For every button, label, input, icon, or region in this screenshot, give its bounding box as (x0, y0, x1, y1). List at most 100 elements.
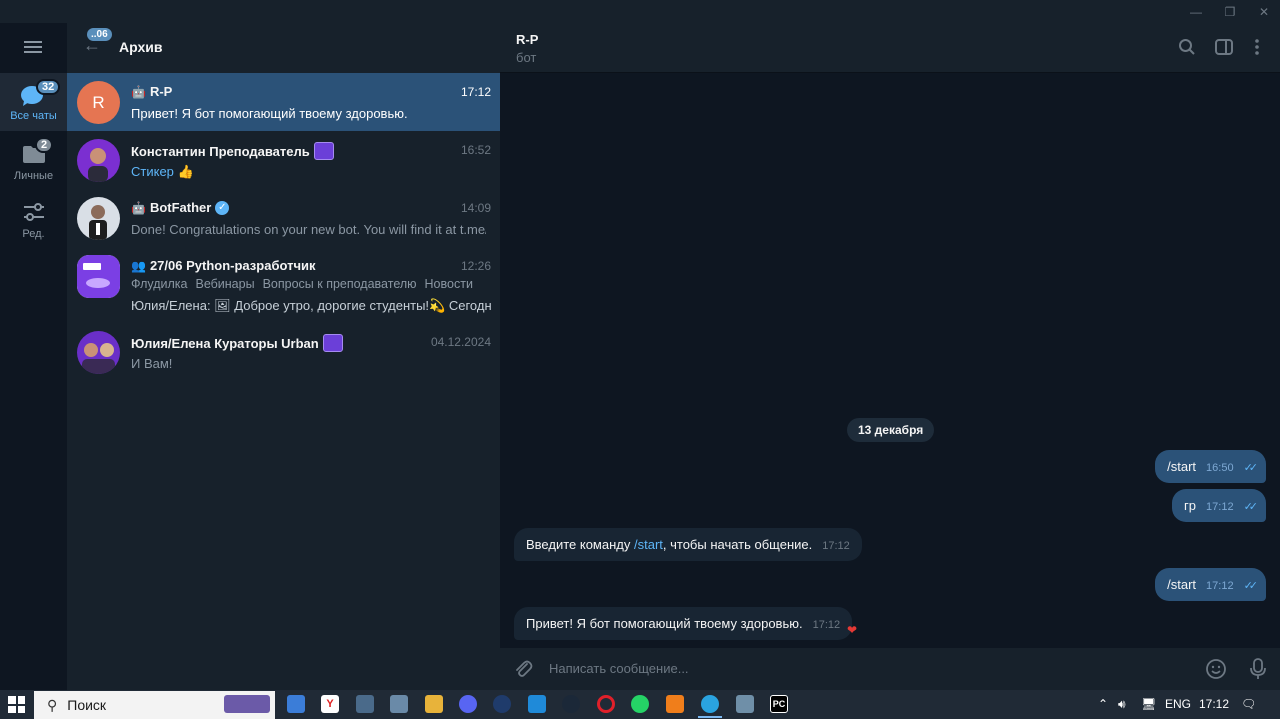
message-incoming[interactable]: Введите команду /start, чтобы начать общ… (514, 528, 862, 561)
chat-item-curators[interactable]: Юлия/Елена Кураторы Urban 04.12.2024 И В… (67, 323, 500, 381)
folder-personal[interactable]: 2 Личные (0, 131, 67, 189)
sticker-label: Стикер (131, 164, 174, 179)
steam-icon[interactable] (562, 695, 580, 713)
chat-name: Константин Преподаватель (131, 142, 334, 160)
voice-button[interactable] (1247, 658, 1269, 680)
emoji-button[interactable] (1205, 658, 1227, 680)
unread-badge: 32 (36, 79, 61, 95)
chat-item-python-group[interactable]: 👥 27/06 Python-разработчик 12:26 Флудилка… (67, 247, 500, 321)
mail-icon[interactable] (528, 695, 546, 713)
chat-subtitle: бот (516, 50, 537, 65)
command-link[interactable]: /start (634, 537, 663, 552)
chat-item-konstantin[interactable]: Константин Преподаватель 16:52 Стикер 👍 (67, 131, 500, 189)
control-panel-icon[interactable] (356, 695, 374, 713)
message-text-part: , чтобы начать общение. (662, 537, 813, 552)
network-icon[interactable]: 🖥︎ (1141, 697, 1156, 711)
chat-name-text: BotFather (149, 200, 212, 215)
message-composer: Написать сообщение... (500, 648, 1280, 690)
message-text-part: Введите команду (526, 537, 634, 552)
file-explorer-icon[interactable] (425, 695, 443, 713)
chat-item-botfather[interactable]: 🤖 BotFather ✓ 14:09 Done! Congratulations … (67, 189, 500, 247)
read-checks-icon: ✓✓ (1243, 580, 1259, 592)
opera-icon[interactable] (597, 695, 615, 713)
chat-preview: Done! Congratulations on your new bot. Y… (131, 222, 486, 237)
folder-edit[interactable]: Ред. (0, 189, 67, 247)
maximize-icon: ❐ (1224, 4, 1236, 19)
chat-header[interactable]: R-P бот (500, 23, 1280, 73)
chat-name-text: Константин Преподаватель (131, 143, 310, 159)
yandex-browser-icon[interactable]: Y (321, 695, 339, 713)
archive-title: Архив (119, 39, 163, 55)
search-icon: ⚲ (47, 696, 58, 713)
sidebar-icon (1215, 39, 1233, 55)
close-button[interactable]: ✕ (1248, 0, 1280, 23)
topic-tag: Вебинары (195, 277, 255, 291)
telegram-icon[interactable] (698, 695, 722, 718)
chat-preview: И Вам! (131, 356, 173, 371)
chat-time: 04.12.2024 (430, 335, 491, 349)
volume-icon[interactable]: 🔊︎ (1118, 697, 1126, 712)
chat-time: 17:12 (460, 85, 491, 99)
sidebar-toggle-button[interactable] (1214, 37, 1234, 57)
chat-time: 14:09 (460, 201, 491, 215)
topic-tag: Вопросы к преподавателю (262, 277, 417, 291)
more-vertical-icon (1255, 39, 1259, 55)
search-highlight-icon (224, 695, 270, 713)
more-menu-button[interactable] (1247, 37, 1267, 57)
message-text: /start (1167, 577, 1197, 592)
tray-expand-icon[interactable]: ⌃ (1098, 697, 1108, 711)
message-text: Введите команду /start, чтобы начать общ… (526, 537, 812, 552)
search-icon (1179, 39, 1195, 55)
message-outgoing[interactable]: /start 17:12 ✓✓ (1155, 568, 1266, 601)
start-button[interactable] (8, 696, 25, 713)
desktop-app-icon[interactable] (287, 695, 305, 713)
search-label: Поиск (67, 697, 107, 713)
message-text: гр (1184, 498, 1197, 513)
bot-icon: 🤖 (131, 84, 146, 99)
search-button[interactable] (1177, 37, 1197, 57)
app-icon[interactable] (493, 695, 511, 713)
language-indicator[interactable]: ENG (1165, 697, 1191, 711)
search-tool-icon[interactable] (666, 695, 684, 713)
minimize-button[interactable]: — (1180, 0, 1212, 23)
maximize-button[interactable]: ❐ (1214, 0, 1246, 23)
topic-tag: Новости (424, 277, 473, 291)
chat-time: 12:26 (460, 259, 491, 273)
folder-label: Личные (13, 170, 54, 182)
chat-name: 🤖 BotFather ✓ (131, 200, 230, 215)
recycle-bin-icon[interactable] (390, 695, 408, 713)
archive-header: ← ..06 Архив (67, 23, 500, 73)
close-icon: ✕ (1258, 4, 1270, 19)
avatar: R (77, 81, 120, 124)
heart-reaction-icon[interactable]: ❤ (847, 623, 857, 637)
message-outgoing[interactable]: /start 16:50 ✓✓ (1155, 450, 1266, 483)
message-outgoing[interactable]: гр 17:12 ✓✓ (1172, 489, 1266, 522)
windows-taskbar: ⚲ Поиск Y PC ⌃ 🔊︎ 🖥︎ ENG 17:12 🗨︎ (0, 690, 1280, 719)
message-time: 17:12 (1206, 580, 1234, 592)
botfather-photo-icon (89, 205, 107, 240)
bot-icon: 🤖 (131, 200, 146, 215)
folder-all-chats[interactable]: 32 Все чаты (0, 73, 67, 131)
chat-title: R-P (516, 32, 539, 47)
notifications-icon[interactable]: 🗨︎ (1241, 697, 1256, 711)
message-incoming[interactable]: Привет! Я бот помогающий твоему здоровью… (514, 607, 853, 640)
screen-app-icon[interactable] (736, 695, 754, 713)
pycharm-icon[interactable]: PC (770, 695, 788, 713)
taskbar-clock[interactable]: 17:12 (1199, 697, 1229, 711)
discord-icon[interactable] (459, 695, 477, 713)
attach-button[interactable] (512, 658, 534, 680)
folder-label: Все чаты (10, 110, 57, 122)
menu-button[interactable] (24, 40, 43, 54)
whatsapp-icon[interactable] (631, 695, 649, 713)
topic-tags: Флудилка Вебинары Вопросы к преподавател… (131, 277, 473, 291)
message-input[interactable]: Написать сообщение... (549, 661, 689, 676)
avatar (77, 331, 120, 374)
message-time: 17:12 (822, 540, 850, 552)
chat-item-r-p[interactable]: R 🤖 R-P 17:12 Привет! Я бот помогающий тв… (67, 73, 500, 131)
window-titlebar: — ❐ ✕ (0, 0, 1280, 23)
chat-name: 🤖 R-P (131, 84, 172, 99)
read-checks-icon: ✓✓ (1243, 501, 1259, 513)
avatar (77, 255, 120, 298)
group-icon: 👥 (131, 258, 146, 273)
minimize-icon: — (1190, 4, 1202, 19)
